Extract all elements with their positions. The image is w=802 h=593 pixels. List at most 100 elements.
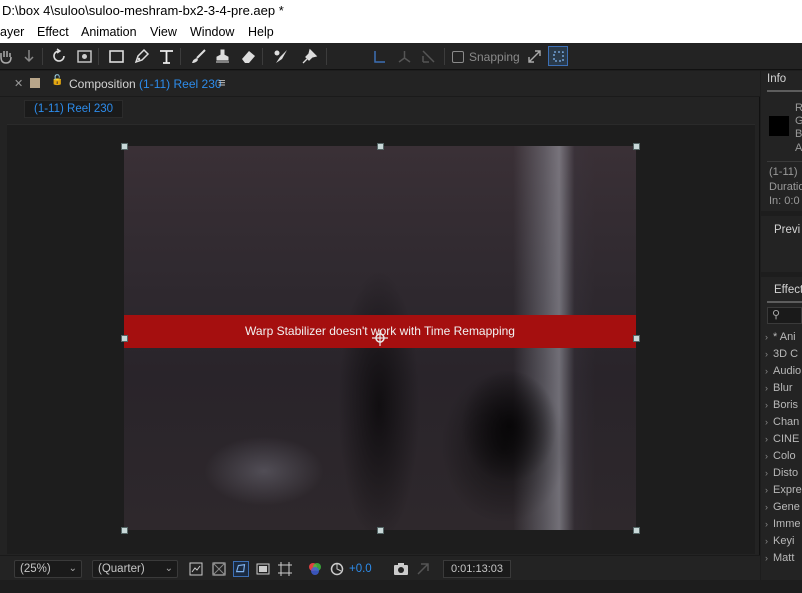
effects-category-label: Expre — [773, 484, 802, 496]
menu-window[interactable]: Window — [190, 22, 234, 43]
menu-help[interactable]: Help — [248, 22, 274, 43]
view-axis-icon[interactable] — [418, 46, 438, 66]
menu-effect[interactable]: Effect — [37, 22, 69, 43]
toolbar-divider — [444, 48, 445, 65]
effects-category[interactable]: › Gene — [765, 501, 800, 513]
effects-panel: Effects ⚲ › * Ani › 3D C › Audio › Blur › Bor… — [761, 277, 802, 580]
layer-handle-top-right[interactable] — [633, 143, 640, 150]
info-channel-g: G — [795, 115, 802, 127]
effects-category-label: * Ani — [773, 331, 796, 343]
eraser-icon[interactable] — [238, 46, 258, 66]
effects-category[interactable]: › Imme — [765, 518, 801, 530]
grid-guides-icon[interactable] — [277, 561, 293, 577]
info-tab[interactable]: Info — [767, 73, 786, 85]
magnification-select[interactable]: (25%) ⌄ — [14, 560, 82, 578]
effects-category-label: Disto — [773, 467, 799, 479]
camera-snapshot-icon[interactable] — [393, 561, 409, 577]
exposure-value[interactable]: +0.0 — [349, 563, 372, 575]
zoom-icon[interactable] — [19, 46, 39, 66]
composition-tab[interactable]: Composition (1-11) Reel 230 — [69, 77, 222, 91]
menu-view[interactable]: View — [150, 22, 177, 43]
clone-stamp-icon[interactable] — [212, 46, 232, 66]
menu-bar: ayer Effect Animation View Window Help — [0, 22, 802, 43]
layer-handle-bottom-center[interactable] — [377, 527, 384, 534]
brush-icon[interactable] — [188, 46, 208, 66]
effects-category-label: CINE — [773, 433, 800, 445]
roto-brush-icon[interactable] — [270, 46, 290, 66]
local-axis-icon[interactable] — [369, 46, 389, 66]
layer-handle-middle-left[interactable] — [121, 335, 128, 342]
color-channel-icon[interactable] — [307, 561, 323, 577]
title-safe-icon[interactable] — [255, 561, 271, 577]
reset-exposure-icon[interactable] — [329, 561, 345, 577]
layer-handle-top-left[interactable] — [121, 143, 128, 150]
effects-category[interactable]: › Blur — [765, 382, 793, 394]
effects-category[interactable]: › Keyi — [765, 535, 794, 547]
show-snapshot-icon[interactable] — [415, 561, 431, 577]
snapping-label: Snapping — [469, 50, 520, 64]
pen-icon[interactable] — [131, 46, 151, 66]
puppet-pin-icon[interactable] — [299, 46, 319, 66]
layer-handle-bottom-left[interactable] — [121, 527, 128, 534]
info-duration: Duratio — [769, 181, 802, 193]
snapping-toggle[interactable]: Snapping — [452, 49, 520, 65]
toolbar-divider — [98, 48, 99, 65]
effects-category[interactable]: › Audio — [765, 365, 801, 377]
composition-tab-bar: ✕ 🔓 Composition (1-11) Reel 230 ≡ — [0, 71, 760, 97]
panel-menu-icon[interactable]: ≡ — [218, 75, 226, 90]
effects-category[interactable]: › * Ani — [765, 331, 796, 343]
layer-handle-bottom-right[interactable] — [633, 527, 640, 534]
menu-animation[interactable]: Animation — [81, 22, 137, 43]
composition-tab-name: (1-11) Reel 230 — [139, 77, 222, 91]
composition-breadcrumb[interactable]: (1-11) Reel 230 — [24, 100, 124, 118]
menu-layer[interactable]: ayer — [0, 22, 24, 43]
rectangle-icon[interactable] — [106, 46, 126, 66]
effects-category[interactable]: › Disto — [765, 467, 798, 479]
effects-category[interactable]: › Boris — [765, 399, 798, 411]
window-title: D:\box 4\suloo\suloo-meshram-bx2-3-4-pre… — [0, 0, 802, 22]
effects-tab-underline — [767, 301, 802, 303]
effects-tab[interactable]: Effects — [774, 284, 802, 296]
info-channel-a: A — [795, 142, 802, 154]
type-icon[interactable] — [156, 46, 176, 66]
effects-category-label: Colo — [773, 450, 796, 462]
transparency-grid-icon[interactable] — [211, 561, 227, 577]
rotate-icon[interactable] — [49, 46, 69, 66]
chevron-right-icon: › — [765, 417, 768, 427]
preview-tab[interactable]: Previ — [774, 224, 800, 236]
info-in-point: In: 0:0 — [769, 195, 800, 207]
layer-handle-top-center[interactable] — [377, 143, 384, 150]
effects-category[interactable]: › Expre — [765, 484, 802, 496]
toolbar-divider — [326, 48, 327, 65]
world-axis-icon[interactable] — [394, 46, 414, 66]
chevron-right-icon: › — [765, 553, 768, 563]
snap-options-icon[interactable] — [524, 46, 544, 66]
info-panel: Info R G B A (1-11) Duratio In: 0:0 — [761, 71, 802, 211]
effects-category[interactable]: › Matt — [765, 552, 794, 564]
bottom-strip — [0, 580, 802, 593]
snapping-checkbox[interactable] — [452, 51, 464, 63]
lock-icon[interactable]: 🔓 — [51, 75, 63, 86]
chevron-right-icon: › — [765, 434, 768, 444]
frame-light-region — [204, 436, 324, 506]
effects-category-label: Audio — [773, 365, 802, 377]
resolution-select[interactable]: (Quarter) ⌄ — [92, 560, 178, 578]
effects-category-label: Gene — [773, 501, 800, 513]
anchor-point-icon[interactable] — [372, 330, 388, 346]
composition-footer: (25%) ⌄ (Quarter) ⌄ +0.0 0:01:13:03 — [0, 555, 760, 580]
layer-handle-middle-right[interactable] — [633, 335, 640, 342]
effects-category[interactable]: › Colo — [765, 450, 796, 462]
region-of-interest-icon[interactable] — [188, 561, 204, 577]
current-time-display[interactable]: 0:01:13:03 — [443, 560, 511, 578]
effects-search-input[interactable]: ⚲ — [767, 307, 802, 324]
chevron-right-icon: › — [765, 485, 768, 495]
snap-features-icon[interactable] — [548, 46, 568, 66]
effects-category[interactable]: › Chan — [765, 416, 799, 428]
close-icon[interactable]: ✕ — [14, 77, 23, 90]
hand-icon[interactable] — [0, 46, 16, 66]
effects-category[interactable]: › CINE — [765, 433, 799, 445]
search-icon: ⚲ — [772, 309, 781, 321]
orbit-camera-icon[interactable] — [74, 46, 94, 66]
mask-path-icon[interactable] — [233, 561, 249, 577]
effects-category[interactable]: › 3D C — [765, 348, 798, 360]
